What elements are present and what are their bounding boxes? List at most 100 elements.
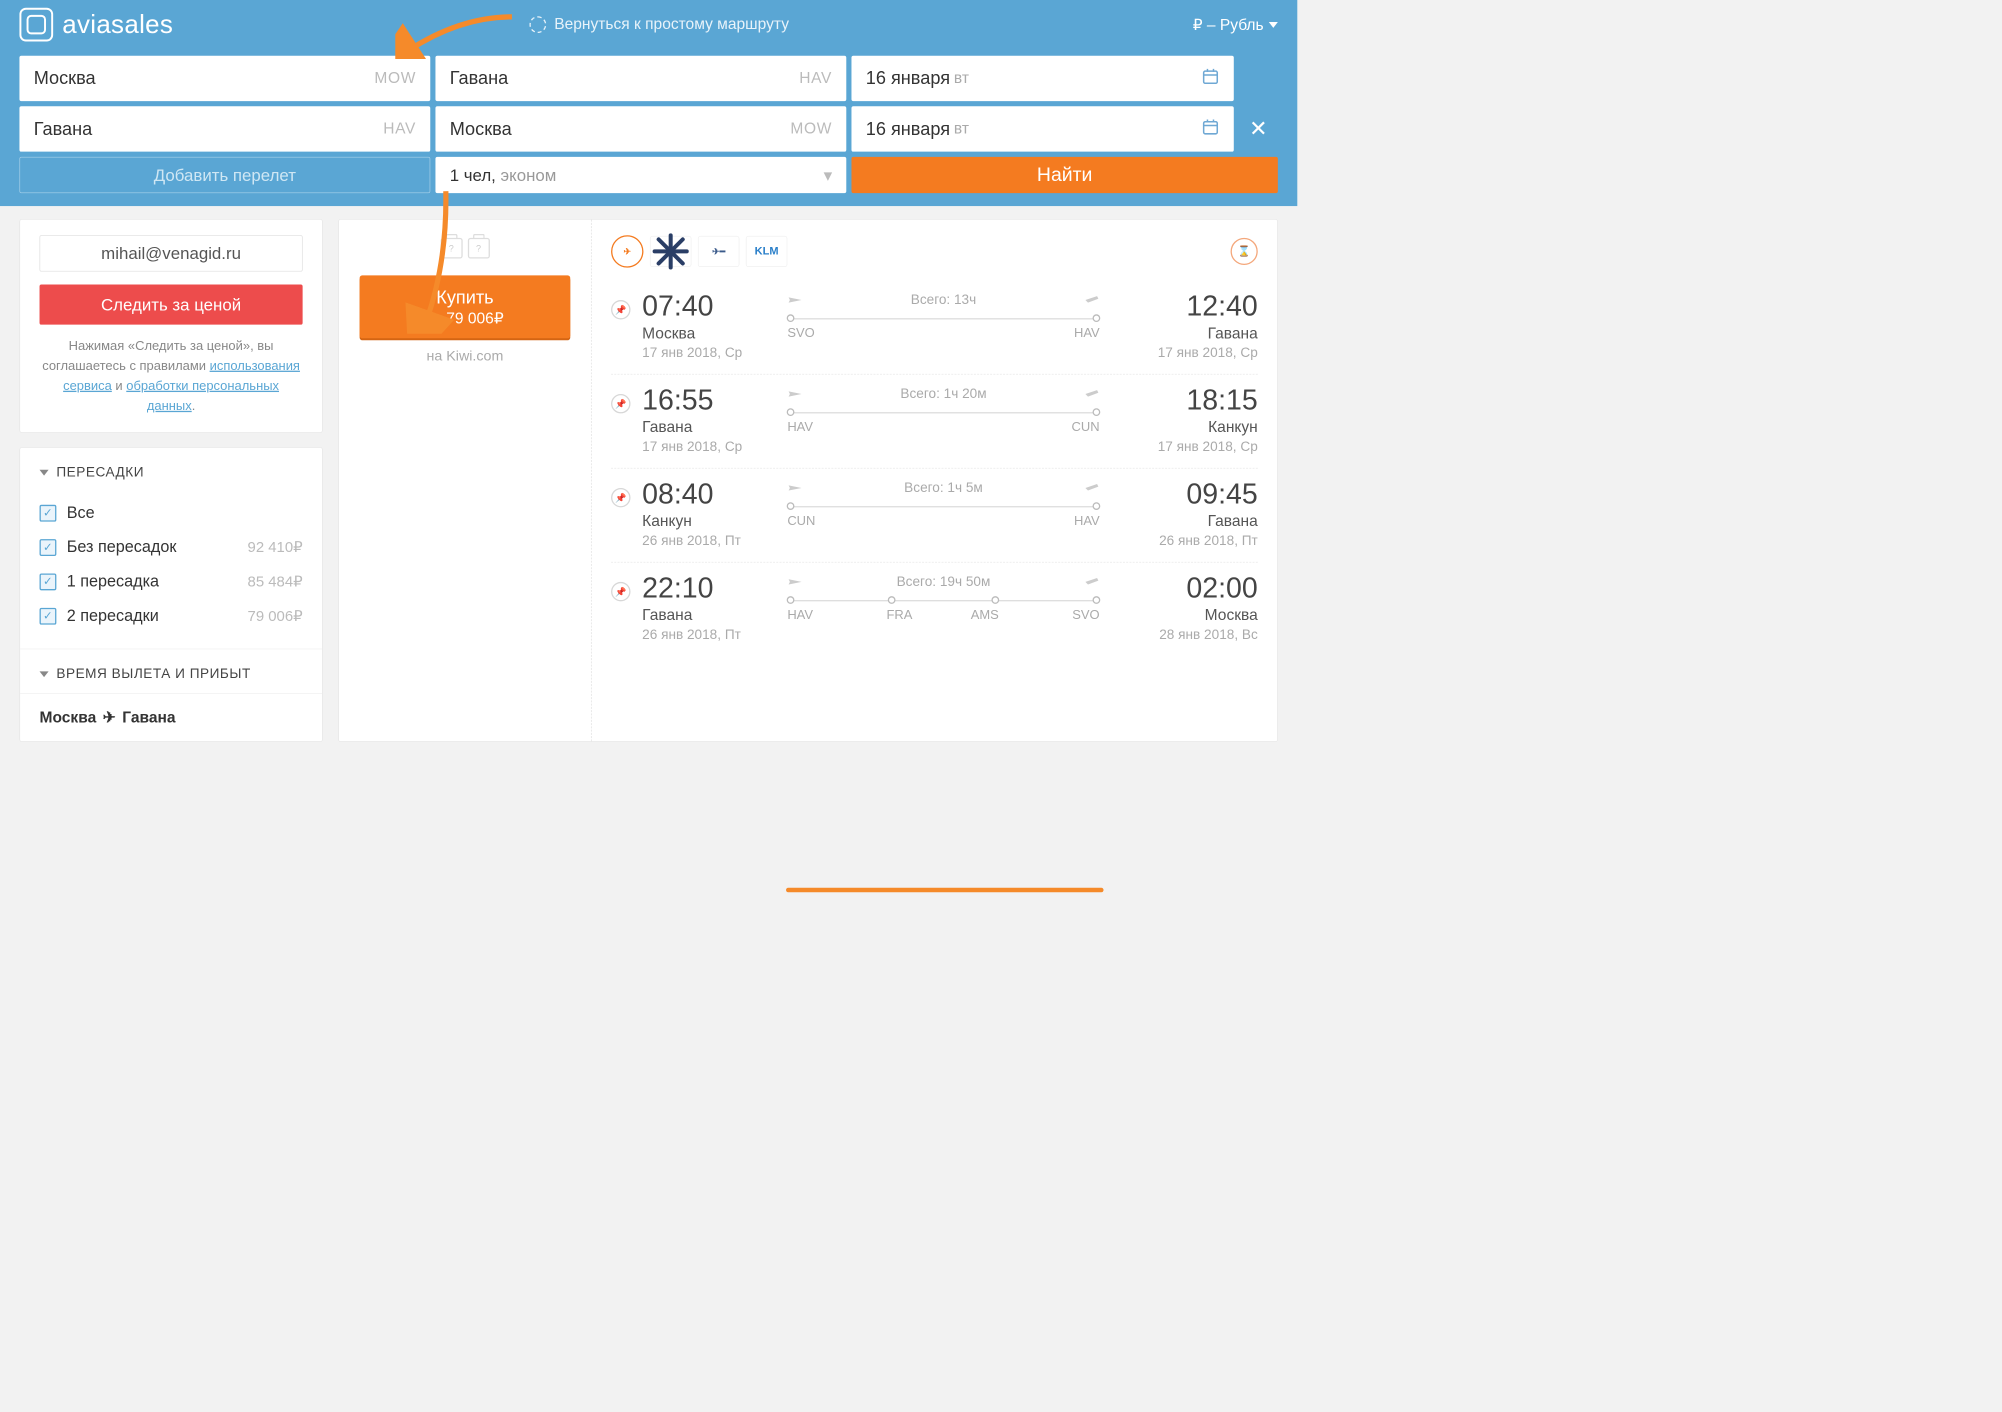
checkbox-icon: ✓ (40, 573, 57, 590)
checkbox-icon: ✓ (40, 608, 57, 625)
departure-city: Гавана (642, 607, 778, 625)
route-direction-label: Москва ✈ Гавана (20, 694, 322, 741)
chevron-down-icon (40, 469, 49, 475)
add-flight-label: Добавить перелет (154, 165, 296, 185)
time-filter-title: ВРЕМЯ ВЫЛЕТА И ПРИБЫТ (56, 666, 250, 682)
add-flight-button[interactable]: Добавить перелет (19, 157, 430, 193)
destination-field[interactable]: ГаванаHAV (435, 56, 846, 101)
departure-date: 17 янв 2018, Ср (642, 439, 778, 455)
date-field[interactable]: 16 январявт (851, 106, 1233, 151)
calendar-icon (1201, 67, 1219, 90)
departure-city: Гавана (642, 419, 778, 437)
plane-takeoff-icon (787, 292, 803, 311)
airline-aeroflot-icon: ✈━ (698, 236, 739, 267)
chevron-down-icon (40, 671, 49, 677)
departure-city: Москва (642, 325, 778, 343)
checkbox-icon: ✓ (40, 539, 57, 556)
plane-landing-icon (1084, 574, 1100, 593)
currency-selector[interactable]: ₽ – Рубль (1193, 15, 1278, 34)
flight-segment: 📌 07:40 Москва 17 янв 2018, Ср Всего: 13… (611, 281, 1258, 375)
back-to-simple-route[interactable]: Вернуться к простому маршруту (530, 16, 789, 34)
pin-icon[interactable]: 📌 (611, 300, 630, 319)
email-input[interactable] (40, 235, 303, 271)
arrival-date: 17 янв 2018, Ср (1109, 345, 1258, 361)
stops-checkbox-row[interactable]: ✓ Все (40, 496, 303, 530)
plane-landing-icon (1084, 386, 1100, 405)
buy-label: Купить (360, 287, 571, 308)
destination-field[interactable]: МоскваMOW (435, 106, 846, 151)
arrival-date: 26 янв 2018, Пт (1109, 533, 1258, 549)
origin-field[interactable]: ГаванаHAV (19, 106, 430, 151)
airport-code: CUN (787, 514, 815, 529)
brand-logo[interactable]: aviasales (19, 8, 173, 42)
hourglass-icon: ⌛ (1231, 238, 1258, 265)
stops-label: Все (67, 503, 95, 522)
arrival-city: Гавана (1109, 325, 1258, 343)
stops-filter-title: ПЕРЕСАДКИ (56, 465, 144, 481)
airline-interjet-icon (650, 236, 691, 267)
brand-name: aviasales (62, 10, 173, 39)
route-track (787, 506, 1099, 507)
buy-provider: на Kiwi.com (427, 347, 504, 364)
stops-price: 79 006₽ (248, 607, 303, 624)
plane-landing-icon (1084, 292, 1100, 311)
arrival-city: Москва (1109, 607, 1258, 625)
globe-icon (530, 16, 547, 33)
terms-link-privacy[interactable]: обработки персональных данных (126, 379, 279, 413)
departure-time: 08:40 (642, 480, 778, 509)
airport-code: HAV (787, 608, 813, 623)
arrival-date: 28 янв 2018, Вс (1109, 627, 1258, 643)
flight-segment: 📌 16:55 Гавана 17 янв 2018, Ср Всего: 1ч… (611, 375, 1258, 469)
stops-checkbox-row[interactable]: ✓ 1 пересадка 85 484₽ (40, 564, 303, 598)
pin-icon[interactable]: 📌 (611, 582, 630, 601)
stops-filter-header[interactable]: ПЕРЕСАДКИ (20, 448, 322, 492)
flight-segment: 📌 08:40 Канкун 26 янв 2018, Пт Всего: 1ч… (611, 469, 1258, 563)
departure-time: 22:10 (642, 574, 778, 603)
airlines-row: ✈ ✈━ KLM ⌛ (611, 235, 1258, 267)
passengers-class: эконом (501, 165, 557, 185)
plane-takeoff-icon (787, 386, 803, 405)
chevron-down-icon: ▾ (824, 165, 832, 185)
stops-checkbox-row[interactable]: ✓ 2 пересадки 79 006₽ (40, 599, 303, 633)
checkbox-icon: ✓ (40, 504, 57, 521)
stops-filter: ПЕРЕСАДКИ ✓ Все ✓ Без пересадок 92 410₽ … (19, 447, 322, 742)
route-track (787, 412, 1099, 413)
origin-field[interactable]: МоскваMOW (19, 56, 430, 101)
calendar-icon (1201, 118, 1219, 141)
date-field[interactable]: 16 январявт (851, 56, 1233, 101)
back-to-simple-label: Вернуться к простому маршруту (554, 16, 789, 34)
passengers-selector[interactable]: 1 чел, эконом ▾ (435, 157, 846, 193)
arrival-date: 17 янв 2018, Ср (1109, 439, 1258, 455)
plane-icon: ✈ (103, 708, 116, 727)
pin-icon[interactable]: 📌 (611, 394, 630, 413)
watch-price-button[interactable]: Следить за ценой (40, 284, 303, 324)
departure-date: 26 янв 2018, Пт (642, 533, 778, 549)
airport-code: HAV (1074, 326, 1100, 341)
remove-segment-button[interactable]: ✕ (1239, 106, 1278, 151)
plane-takeoff-icon (787, 574, 803, 593)
ticket-card: ? ? Купить за 79 006₽ на Kiwi.com ✈ ✈━ K… (338, 219, 1278, 742)
plane-takeoff-icon (787, 480, 803, 499)
stops-label: Без пересадок (67, 538, 177, 557)
buy-button[interactable]: Купить за 79 006₽ (360, 275, 571, 338)
arrival-city: Канкун (1109, 419, 1258, 437)
buy-price: за 79 006₽ (360, 309, 571, 328)
time-filter-header[interactable]: ВРЕМЯ ВЫЛЕТА И ПРИБЫТ (20, 649, 322, 693)
airport-code: HAV (787, 420, 813, 435)
currency-label: ₽ – Рубль (1193, 15, 1264, 34)
logo-icon (19, 8, 53, 42)
airport-code: SVO (1072, 608, 1099, 623)
stops-checkbox-row[interactable]: ✓ Без пересадок 92 410₽ (40, 530, 303, 564)
arrival-time: 02:00 (1109, 574, 1258, 603)
departure-time: 07:40 (642, 292, 778, 321)
duration-label: Всего: 19ч 50м (897, 574, 991, 593)
arrival-time: 12:40 (1109, 292, 1258, 321)
route-track (787, 318, 1099, 319)
pin-icon[interactable]: 📌 (611, 488, 630, 507)
search-button[interactable]: Найти (851, 157, 1277, 193)
carry-on-icon: ? (440, 238, 462, 259)
duration-label: Всего: 1ч 5м (904, 480, 983, 499)
arrival-time: 18:15 (1109, 386, 1258, 415)
airline-condor-icon: ✈ (611, 235, 643, 267)
plane-landing-icon (1084, 480, 1100, 499)
